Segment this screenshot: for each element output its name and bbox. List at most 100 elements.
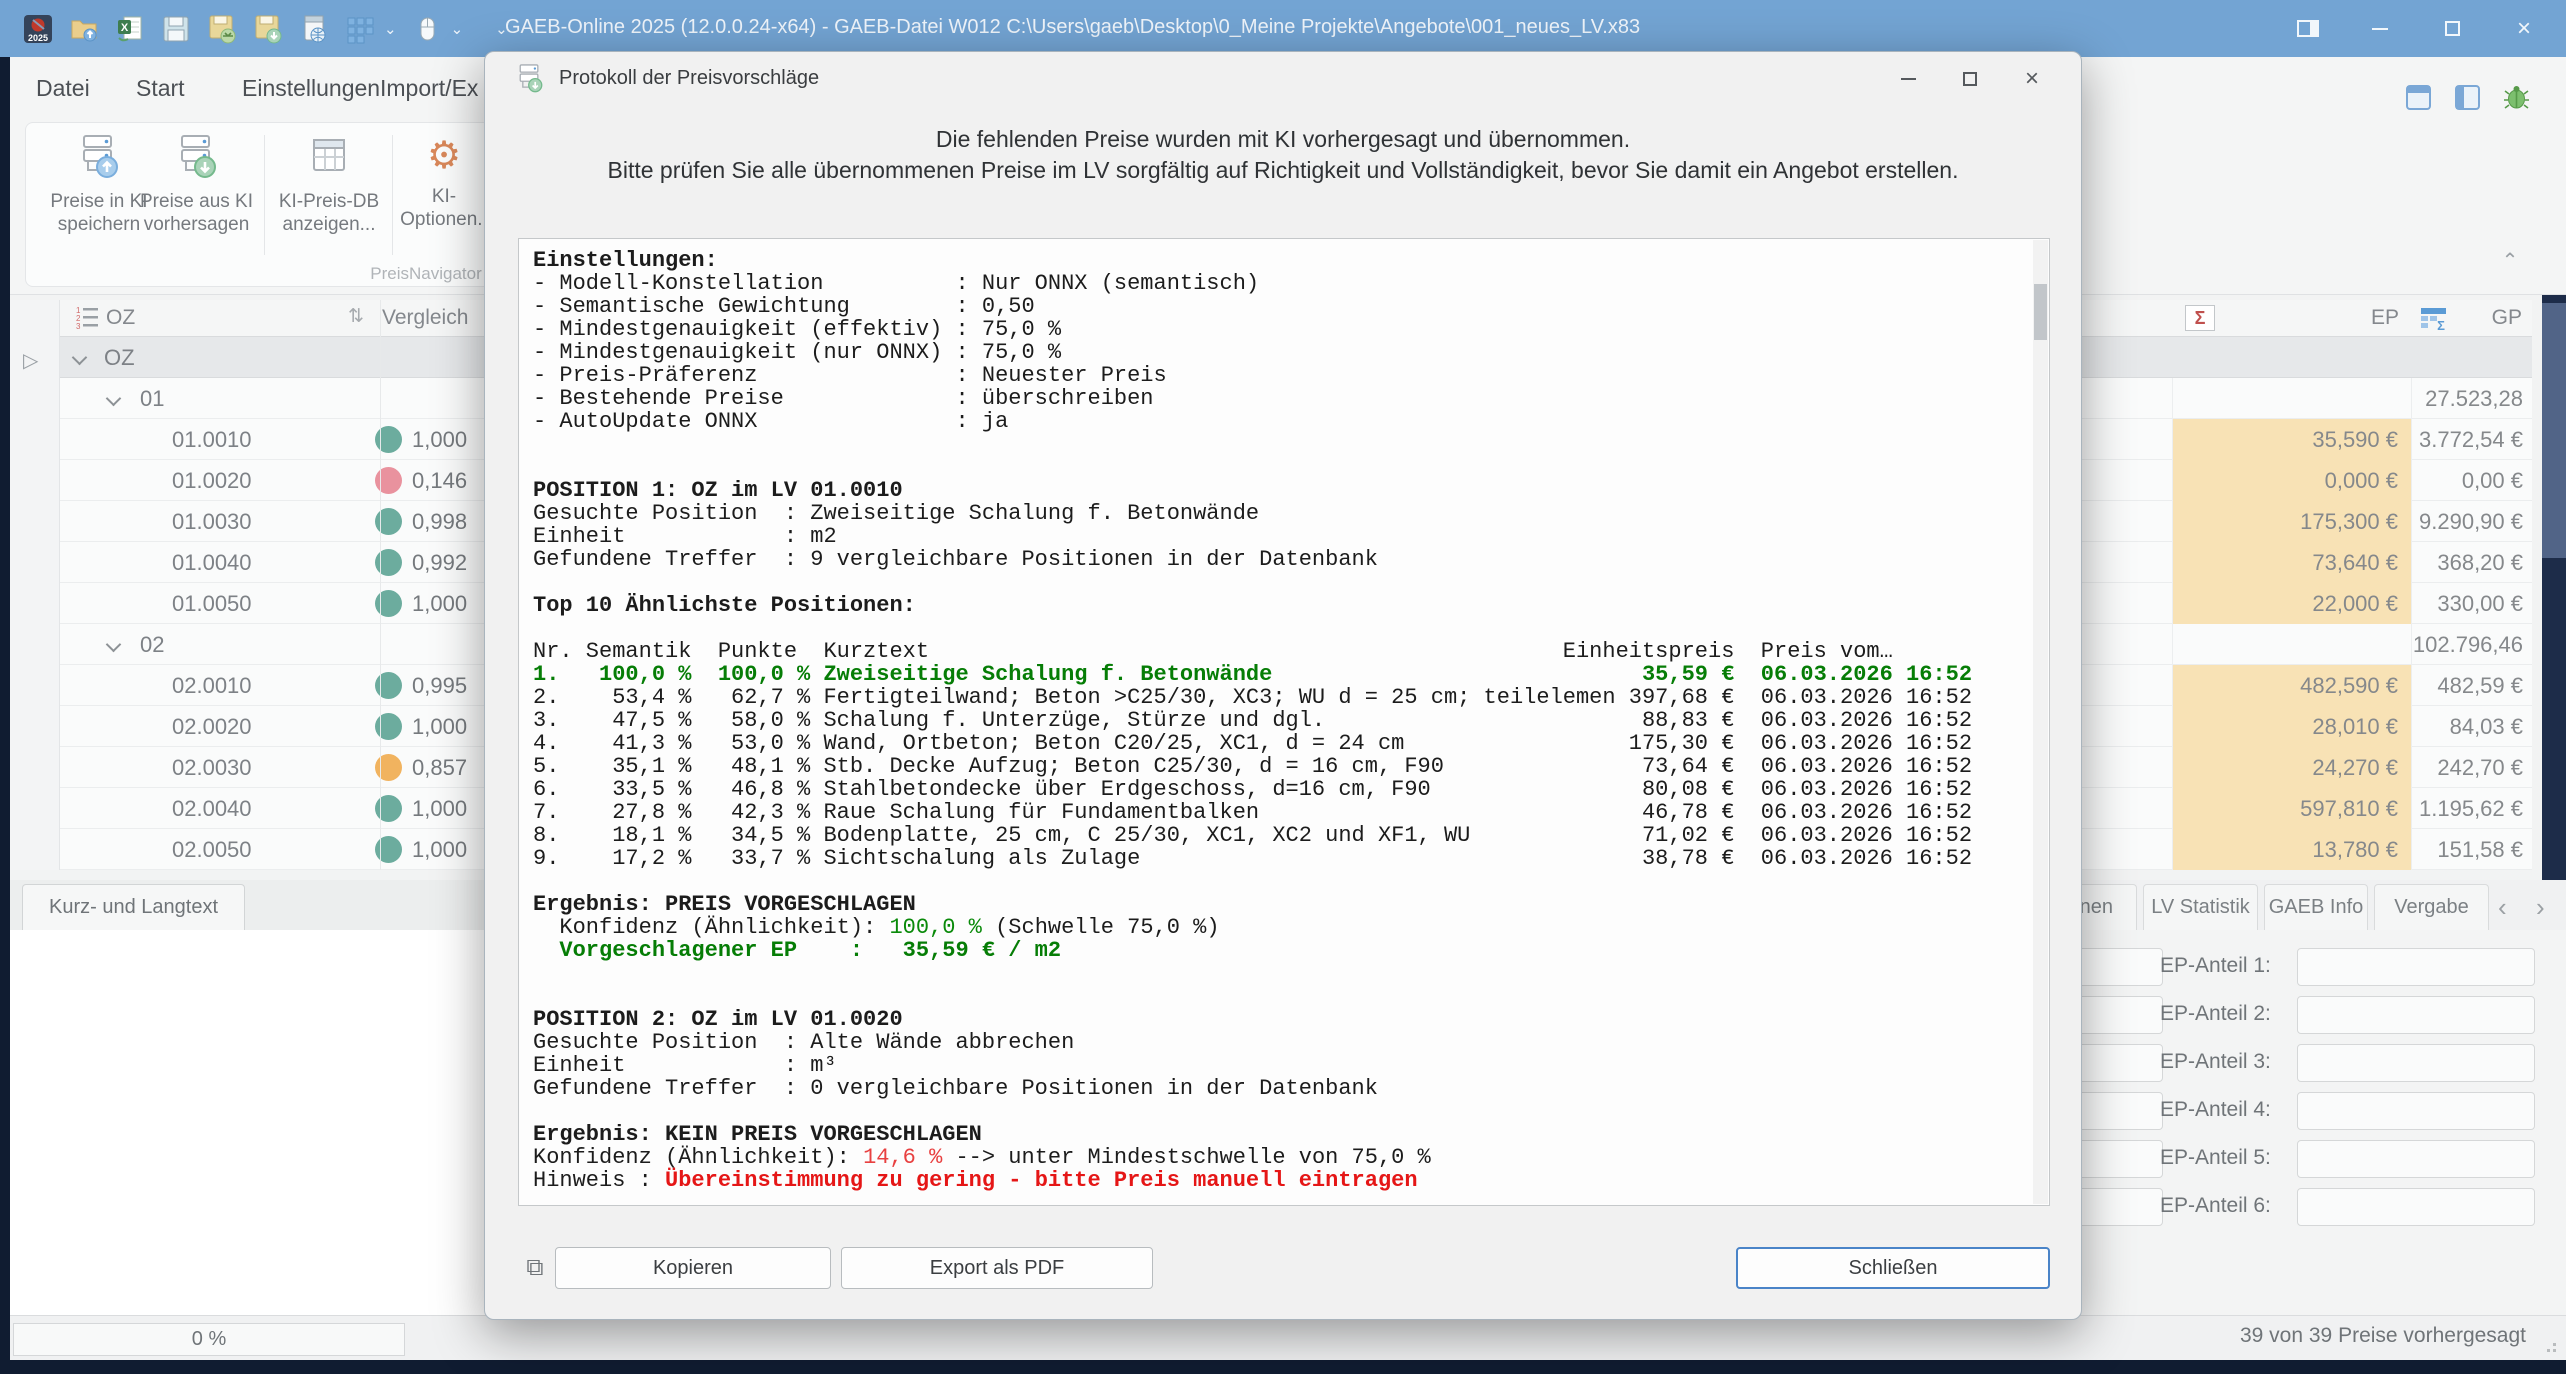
expander-chevron-icon[interactable] bbox=[106, 391, 122, 407]
dialog-title-bar: Protokoll der Preisvorschläge × bbox=[485, 52, 2081, 104]
menu-tab-import-export[interactable]: Import/Ex bbox=[380, 75, 478, 102]
column-header-ep[interactable]: EP bbox=[2172, 306, 2399, 330]
ep-anteil-input[interactable] bbox=[2297, 1044, 2535, 1082]
menu-tab-einstellungen[interactable]: Einstellungen bbox=[242, 75, 380, 102]
database-upload-icon bbox=[76, 166, 122, 183]
dock-panel-icon[interactable] bbox=[2272, 0, 2344, 57]
protocol-log-box[interactable]: Einstellungen:- Modell-Konstellation : N… bbox=[518, 238, 2050, 1206]
log-line: POSITION 2: OZ im LV 01.0020 bbox=[533, 1008, 2029, 1031]
ep-anteil-input[interactable] bbox=[2297, 1092, 2535, 1130]
log-line bbox=[533, 870, 2029, 893]
svg-text:3: 3 bbox=[76, 322, 81, 331]
ribbon-collapse-icon[interactable]: ⌃ bbox=[2496, 248, 2524, 270]
dialog-maximize-button[interactable] bbox=[1939, 60, 2001, 98]
form-window-icon[interactable] bbox=[2454, 84, 2481, 116]
column-header-vergleich[interactable]: Vergleich bbox=[382, 306, 468, 330]
menu-tab-start[interactable]: Start bbox=[136, 75, 185, 102]
vertical-scrollbar[interactable] bbox=[2542, 295, 2566, 880]
excel-import-icon[interactable]: X bbox=[114, 13, 146, 45]
menu-tab-datei[interactable]: Datei bbox=[36, 75, 90, 102]
scrollbar-thumb[interactable] bbox=[2542, 303, 2566, 558]
schliessen-button[interactable]: Schließen bbox=[1736, 1247, 2050, 1289]
dialog-close-button[interactable]: × bbox=[2001, 60, 2063, 98]
dialog-scrollbar-thumb[interactable] bbox=[2034, 284, 2047, 340]
database-download-icon bbox=[515, 63, 545, 98]
mouse-settings-icon[interactable] bbox=[411, 13, 443, 45]
dialog-minimize-button[interactable] bbox=[1877, 60, 1939, 98]
copy-icon[interactable]: ⧉ bbox=[520, 1253, 550, 1283]
log-line: Gesuchte Position : Zweiseitige Schalung… bbox=[533, 502, 2029, 525]
window-title: GAEB-Online 2025 (12.0.0.24-x64) - GAEB-… bbox=[505, 16, 1640, 39]
svg-text:X: X bbox=[121, 22, 129, 34]
column-header-oz[interactable]: OZ bbox=[106, 306, 135, 330]
dialog-message-line2: Bitte prüfen Sie alle übernommenen Preis… bbox=[485, 155, 2081, 186]
report-window-icon[interactable] bbox=[2405, 84, 2432, 116]
row-handle-icon[interactable]: ▷ bbox=[23, 348, 38, 373]
bottom-right-tabstrip: ionen LV Statistik GAEB Info Vergabe Inf… bbox=[2000, 880, 2566, 930]
chevron-down-icon[interactable]: ⌄ bbox=[451, 20, 464, 38]
log-line: - AutoUpdate ONNX : ja bbox=[533, 410, 2029, 433]
log-line: 7. 27,8 % 42,3 % Raue Schalung für Funda… bbox=[533, 801, 2029, 824]
maximize-button[interactable] bbox=[2416, 0, 2488, 57]
log-line: 2. 53,4 % 62,7 % Fertigteilwand; Beton >… bbox=[533, 686, 2029, 709]
button-label: anzeigen... bbox=[283, 214, 376, 235]
button-label: vorhersagen bbox=[144, 214, 250, 235]
ep-anteil-input[interactable] bbox=[2297, 1140, 2535, 1178]
button-label: KI-Preis-DB bbox=[279, 191, 379, 212]
tab-gaeb-info[interactable]: GAEB Info bbox=[2264, 884, 2368, 930]
log-line bbox=[533, 571, 2029, 594]
quick-access-toolbar: 2025 X ⌄ bbox=[22, 13, 508, 45]
export-globe-icon[interactable] bbox=[298, 13, 330, 45]
open-file-icon[interactable] bbox=[68, 13, 100, 45]
bug-icon[interactable] bbox=[2503, 84, 2530, 116]
ribbon-group-label: PreisNavigator bbox=[346, 264, 506, 284]
ep-anteil-label: EP-Anteil 6: bbox=[2160, 1194, 2273, 1218]
tab-lv-statistik[interactable]: LV Statistik bbox=[2143, 884, 2258, 930]
numbered-list-icon: 123 bbox=[74, 305, 100, 336]
tab-vergabe-info[interactable]: Vergabe Info bbox=[2374, 884, 2489, 930]
log-line: Hinweis : Übereinstimmung zu gering - bi… bbox=[533, 1169, 2029, 1192]
log-line: 4. 41,3 % 53,0 % Wand, Ortbeton; Beton C… bbox=[533, 732, 2029, 755]
ep-anteil-input[interactable] bbox=[2297, 1188, 2535, 1226]
log-line: - Semantische Gewichtung : 0,50 bbox=[533, 295, 2029, 318]
export-pdf-button[interactable]: Export als PDF bbox=[841, 1247, 1153, 1289]
button-label: speichern bbox=[58, 214, 140, 235]
status-bar: 0 % 39 von 39 Preise vorhergesagt bbox=[10, 1315, 2566, 1360]
button-preise-aus-ki-vorhersagen[interactable]: Preise aus KIvorhersagen bbox=[139, 133, 254, 268]
tab-kurz-und-langtext[interactable]: Kurz- und Langtext bbox=[22, 884, 245, 930]
button-ki-optionen[interactable]: ⚙ KI-Optionen.. bbox=[398, 133, 490, 268]
minimize-button[interactable] bbox=[2344, 0, 2416, 57]
database-download-icon bbox=[174, 166, 220, 183]
dialog-protokoll: Protokoll der Preisvorschläge × Die fehl… bbox=[484, 51, 2082, 1320]
ep-anteil-input[interactable] bbox=[2297, 948, 2535, 986]
log-line: Vorgeschlagener EP : 35,59 € / m2 bbox=[533, 939, 2029, 962]
dialog-message: Die fehlenden Preise wurden mit KI vorhe… bbox=[485, 124, 2081, 186]
progress-indicator: 0 % bbox=[13, 1323, 405, 1356]
expander-chevron-icon[interactable] bbox=[72, 350, 88, 366]
application-window: 2025 X ⌄ bbox=[0, 0, 2566, 1374]
save-icon[interactable] bbox=[160, 13, 192, 45]
close-button[interactable]: × bbox=[2488, 0, 2560, 57]
dialog-scrollbar[interactable] bbox=[2033, 240, 2048, 1204]
log-line bbox=[533, 985, 2029, 1008]
column-header-gp[interactable]: GP bbox=[2492, 306, 2522, 330]
sort-icon[interactable]: ⇅ bbox=[348, 305, 364, 328]
kopieren-button[interactable]: Kopieren bbox=[555, 1247, 831, 1289]
view-grid-icon[interactable] bbox=[344, 13, 376, 45]
tab-scroll-right-icon[interactable]: › bbox=[2536, 892, 2545, 923]
dialog-title: Protokoll der Preisvorschläge bbox=[559, 67, 819, 90]
app-logo-icon: 2025 bbox=[22, 13, 54, 45]
resize-grip[interactable] bbox=[2542, 1338, 2556, 1352]
save-handshake-icon[interactable] bbox=[206, 13, 238, 45]
price-table-icon bbox=[306, 166, 352, 183]
title-bar: 2025 X ⌄ bbox=[0, 0, 2566, 57]
save-download-icon[interactable] bbox=[252, 13, 284, 45]
status-text: 39 von 39 Preise vorhergesagt bbox=[2240, 1324, 2526, 1348]
button-ki-preis-db-anzeigen[interactable]: KI-Preis-DBanzeigen... bbox=[274, 133, 384, 268]
log-line: 8. 18,1 % 34,5 % Bodenplatte, 25 cm, C 2… bbox=[533, 824, 2029, 847]
chevron-down-icon[interactable]: ⌄ bbox=[384, 20, 397, 38]
tab-scroll-left-icon[interactable]: ‹ bbox=[2498, 892, 2507, 923]
ep-anteil-label: EP-Anteil 3: bbox=[2160, 1050, 2273, 1074]
expander-chevron-icon[interactable] bbox=[106, 637, 122, 653]
ep-anteil-input[interactable] bbox=[2297, 996, 2535, 1034]
